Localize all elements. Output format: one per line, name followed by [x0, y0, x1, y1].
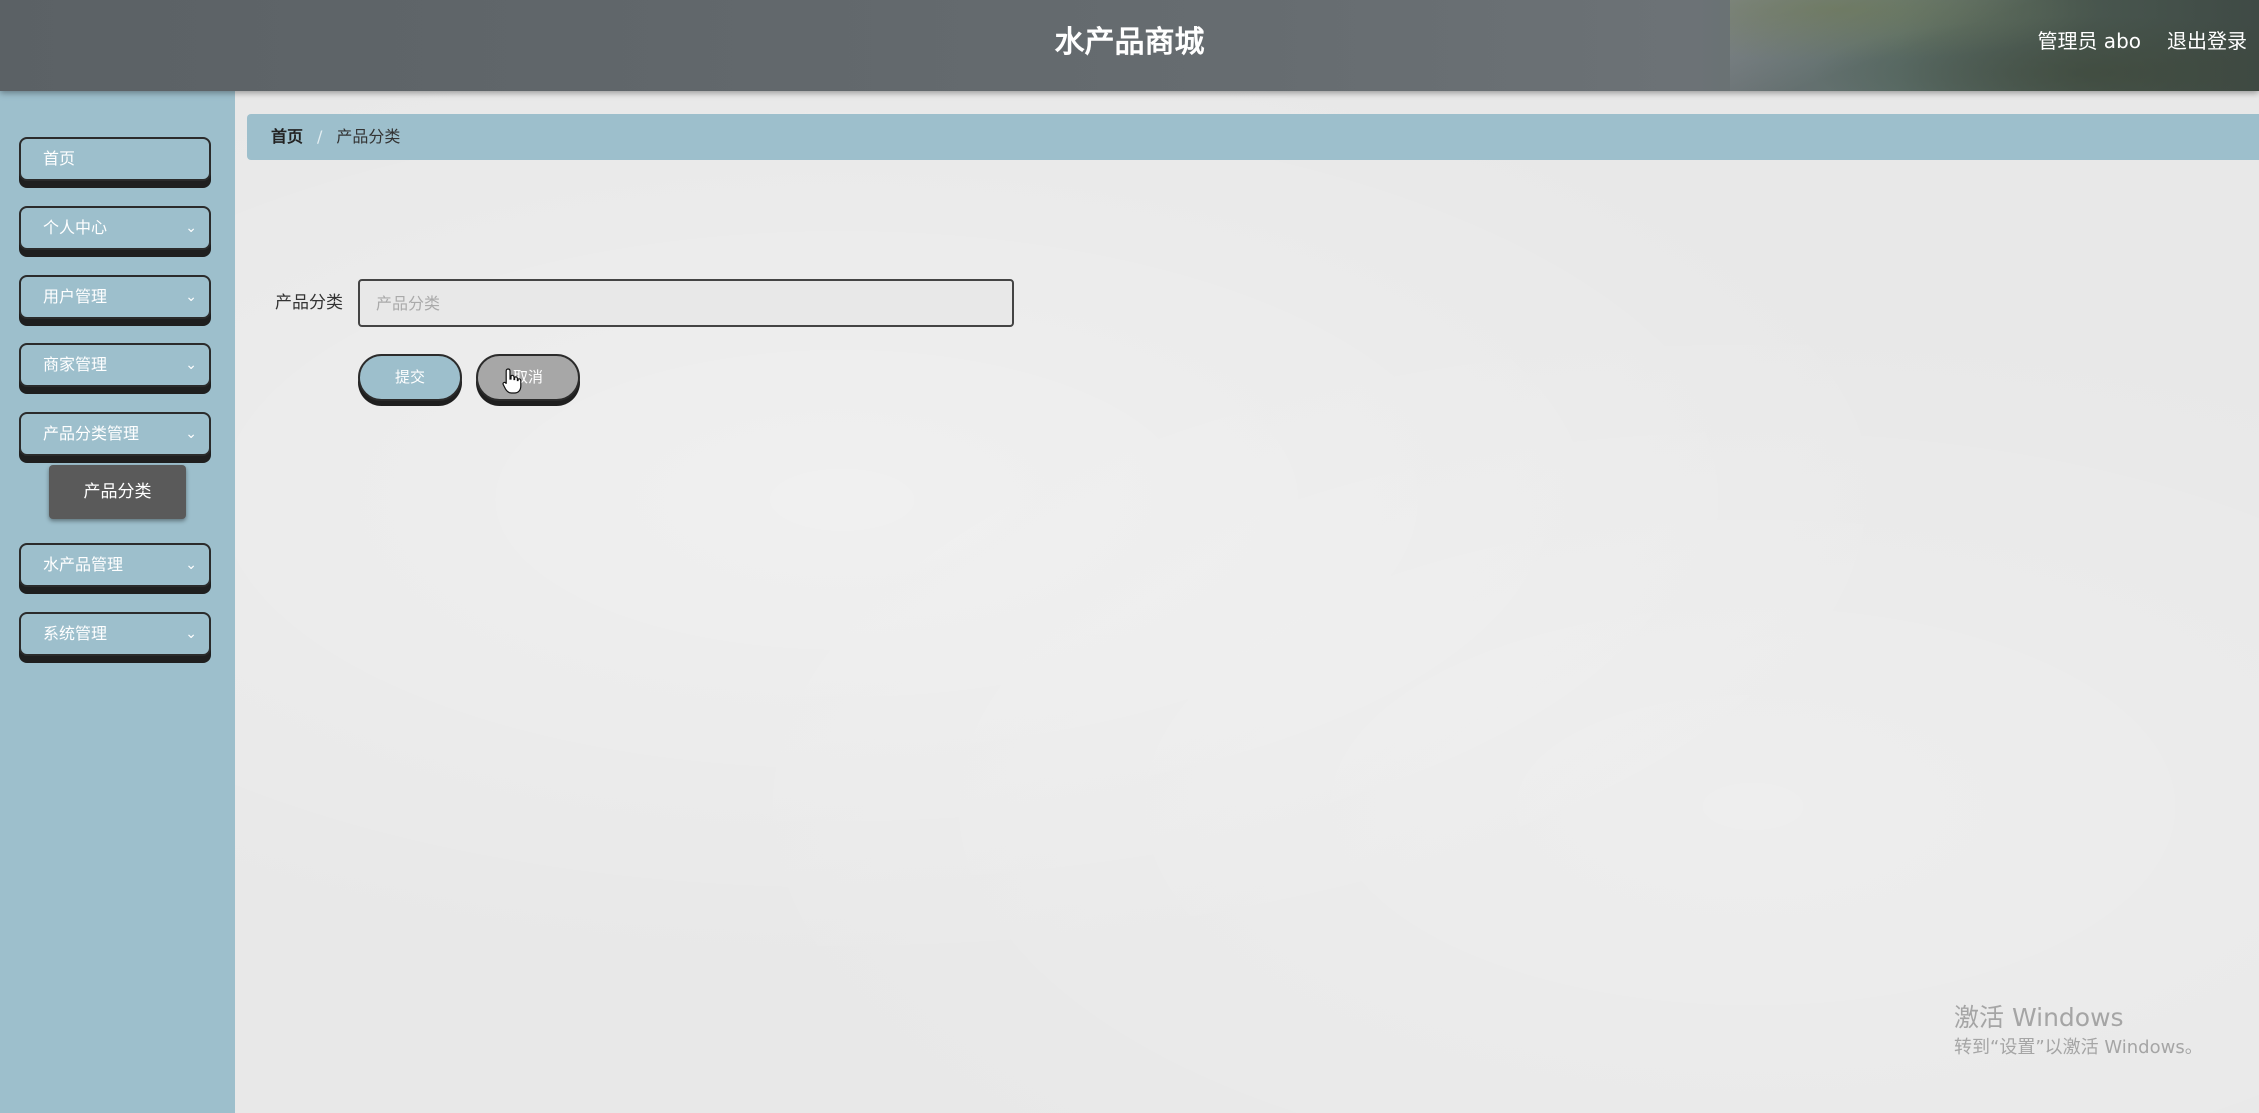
sidebar-item-label: 商家管理	[43, 355, 108, 374]
sidebar-item-user-management[interactable]: 用户管理 ⌄	[19, 275, 211, 319]
main-content: 首页 / 产品分类 产品分类 提交 取消	[235, 91, 2259, 1113]
sidebar-item-label: 用户管理	[43, 287, 108, 306]
sidebar-item-label: 系统管理	[43, 624, 108, 643]
site-title: 水产品商城	[1054, 25, 1205, 60]
breadcrumb: 首页 / 产品分类	[247, 114, 2259, 160]
sidebar: 首页 个人中心 ⌄ 用户管理 ⌄ 商家管理 ⌄ 产品分类管理 ⌄ 产品分类 水产…	[0, 91, 235, 1113]
watermark-line-2: 转到“设置”以激活 Windows。	[1954, 1037, 2203, 1058]
chevron-down-icon: ⌄	[185, 626, 197, 642]
current-user: 管理员 abo	[2037, 29, 2141, 53]
sidebar-subitem-category[interactable]: 产品分类	[49, 465, 186, 519]
category-input[interactable]	[358, 279, 1014, 327]
sidebar-item-label: 个人中心	[43, 218, 108, 237]
top-header: 水产品商城 管理员 abo 退出登录	[0, 0, 2259, 91]
sidebar-item-merchant-management[interactable]: 商家管理 ⌄	[19, 343, 211, 387]
logout-link[interactable]: 退出登录	[2167, 0, 2247, 83]
sidebar-item-system-management[interactable]: 系统管理 ⌄	[19, 612, 211, 656]
sidebar-item-category-management[interactable]: 产品分类管理 ⌄	[19, 412, 211, 456]
breadcrumb-current: 产品分类	[336, 127, 401, 146]
watermark-line-1: 激活 Windows	[1954, 1003, 2124, 1032]
chevron-down-icon: ⌄	[185, 557, 197, 573]
sidebar-item-personal-center[interactable]: 个人中心 ⌄	[19, 206, 211, 250]
windows-activation-watermark: 激活 Windows 转到“设置”以激活 Windows。	[1954, 1002, 2203, 1062]
chevron-down-icon: ⌄	[185, 220, 197, 236]
submit-button[interactable]: 提交	[358, 354, 462, 401]
breadcrumb-separator: /	[317, 127, 323, 146]
sidebar-item-label: 水产品管理	[43, 555, 124, 574]
sidebar-item-label: 产品分类管理	[43, 424, 140, 443]
breadcrumb-home[interactable]: 首页	[271, 127, 303, 146]
category-field-label: 产品分类	[275, 293, 343, 313]
sidebar-item-label: 首页	[43, 149, 76, 168]
chevron-down-icon: ⌄	[185, 289, 197, 305]
cancel-button[interactable]: 取消	[476, 354, 580, 401]
chevron-down-icon: ⌄	[185, 426, 197, 442]
chevron-down-icon: ⌄	[185, 357, 197, 373]
sidebar-item-home[interactable]: 首页	[19, 137, 211, 181]
sidebar-item-seafood-management[interactable]: 水产品管理 ⌄	[19, 543, 211, 587]
